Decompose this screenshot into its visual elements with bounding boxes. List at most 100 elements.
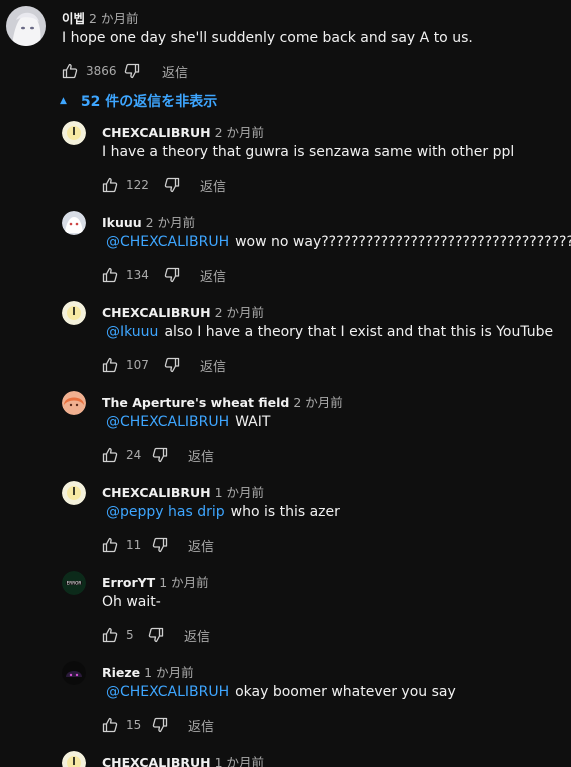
like-icon[interactable] xyxy=(102,537,118,553)
avatar[interactable] xyxy=(62,661,86,685)
avatar[interactable] xyxy=(62,121,86,145)
like-count: 11 xyxy=(126,538,142,552)
comment-actions: 5 返信 xyxy=(102,625,210,645)
author-name[interactable]: Ikuuu xyxy=(102,215,142,230)
like-icon[interactable] xyxy=(102,177,118,193)
mention-link[interactable]: @peppy has drip xyxy=(106,504,225,520)
comment-time[interactable]: 2 か月前 xyxy=(215,305,264,320)
comment-author[interactable]: CHEXCALIBRUH 2 か月前 xyxy=(102,122,264,141)
comment-text: @CHEXCALIBRUH okay boomer whatever you sa… xyxy=(106,684,456,700)
comment-author[interactable]: CHEXCALIBRUH 1 か月前 xyxy=(102,752,264,767)
reply-text: who is this azer xyxy=(230,504,340,520)
dislike-icon[interactable] xyxy=(164,267,180,283)
comment-text: @peppy has drip who is this azer xyxy=(106,504,340,520)
comment-time[interactable]: 2 か月前 xyxy=(89,11,138,26)
like-count: 134 xyxy=(126,268,149,282)
dislike-icon[interactable] xyxy=(152,537,168,553)
reply-text: I have a theory that guwra is senzawa sa… xyxy=(102,144,515,160)
comment-author[interactable]: Rieze 1 か月前 xyxy=(102,662,194,681)
avatar[interactable]: ERROR xyxy=(62,571,86,595)
author-name[interactable]: The Aperture's wheat field xyxy=(102,395,289,410)
reply-button[interactable]: 返信 xyxy=(200,356,226,375)
comment-text: @CHEXCALIBRUH wow no way?????????????????… xyxy=(106,234,571,250)
reply-button[interactable]: 返信 xyxy=(188,446,214,465)
chevron-up-icon: ▲ xyxy=(60,96,67,106)
comment-time[interactable]: 1 か月前 xyxy=(215,755,264,767)
comment-text: Oh wait- xyxy=(102,594,161,610)
comment-author[interactable]: ErrorYT 1 か月前 xyxy=(102,572,209,591)
like-count: 122 xyxy=(126,178,149,192)
reply-text: Oh wait- xyxy=(102,594,161,610)
avatar[interactable] xyxy=(62,481,86,505)
dislike-icon[interactable] xyxy=(164,357,180,373)
author-name[interactable]: 이벱 xyxy=(62,11,85,26)
reply-button[interactable]: 返信 xyxy=(200,176,226,195)
like-icon[interactable] xyxy=(62,63,78,79)
like-count: 5 xyxy=(126,628,134,642)
comment-author[interactable]: CHEXCALIBRUH 2 か月前 xyxy=(102,302,264,321)
like-icon[interactable] xyxy=(102,447,118,463)
comment-actions: 3866 返信 xyxy=(62,61,188,81)
avatar[interactable] xyxy=(6,6,46,46)
like-count: 107 xyxy=(126,358,149,372)
author-name[interactable]: CHEXCALIBRUH xyxy=(102,125,211,140)
dislike-icon[interactable] xyxy=(164,177,180,193)
svg-text:ERROR: ERROR xyxy=(67,581,82,586)
reply-button[interactable]: 返信 xyxy=(188,536,214,555)
reply-button[interactable]: 返信 xyxy=(200,266,226,285)
mention-link[interactable]: @Ikuuu xyxy=(106,324,158,340)
dislike-icon[interactable] xyxy=(124,63,140,79)
comment-author[interactable]: 이벱 2 か月前 xyxy=(62,8,138,27)
author-name[interactable]: Rieze xyxy=(102,665,140,680)
reply-text: WAIT xyxy=(235,414,271,430)
comment-time[interactable]: 1 か月前 xyxy=(215,485,264,500)
dislike-icon[interactable] xyxy=(152,447,168,463)
replies-toggle-label: 52 件の返信を非表示 xyxy=(80,94,218,110)
reply-text: wow no way??????????????????????????????… xyxy=(235,234,571,250)
like-icon[interactable] xyxy=(102,357,118,373)
comment-actions: 11 返信 xyxy=(102,535,214,555)
comment-author[interactable]: CHEXCALIBRUH 1 か月前 xyxy=(102,482,264,501)
author-name[interactable]: CHEXCALIBRUH xyxy=(102,755,211,767)
mention-link[interactable]: @CHEXCALIBRUH xyxy=(106,414,229,430)
like-count: 15 xyxy=(126,718,142,732)
avatar[interactable] xyxy=(62,301,86,325)
comment-actions: 122 返信 xyxy=(102,175,226,195)
avatar[interactable] xyxy=(62,751,86,767)
comment-thread: 이벱 2 か月前 I hope one day she'll suddenly c… xyxy=(0,0,571,767)
comment-time[interactable]: 1 か月前 xyxy=(144,665,193,680)
author-name[interactable]: CHEXCALIBRUH xyxy=(102,305,211,320)
hide-replies-button[interactable]: ▲ 52 件の返信を非表示 xyxy=(60,90,217,112)
author-name[interactable]: CHEXCALIBRUH xyxy=(102,485,211,500)
like-icon[interactable] xyxy=(102,267,118,283)
reply-button[interactable]: 返信 xyxy=(184,626,210,645)
like-icon[interactable] xyxy=(102,627,118,643)
comment-time[interactable]: 2 か月前 xyxy=(146,215,195,230)
comment-actions: 107 返信 xyxy=(102,355,226,375)
mention-link[interactable]: @CHEXCALIBRUH xyxy=(106,234,229,250)
like-count: 3866 xyxy=(86,64,117,78)
comment-text: @CHEXCALIBRUH WAIT xyxy=(106,414,270,430)
avatar[interactable] xyxy=(62,211,86,235)
mention-link[interactable]: @CHEXCALIBRUH xyxy=(106,684,229,700)
comment-actions: 15 返信 xyxy=(102,715,214,735)
reply-button[interactable]: 返信 xyxy=(162,62,188,81)
author-name[interactable]: ErrorYT xyxy=(102,575,155,590)
avatar[interactable] xyxy=(62,391,86,415)
comment-author[interactable]: The Aperture's wheat field 2 か月前 xyxy=(102,392,343,411)
comment-author[interactable]: Ikuuu 2 か月前 xyxy=(102,212,195,231)
comment-text: I hope one day she'll suddenly come back… xyxy=(62,30,473,46)
comment-time[interactable]: 2 か月前 xyxy=(215,125,264,140)
like-count: 24 xyxy=(126,448,142,462)
reply-button[interactable]: 返信 xyxy=(188,716,214,735)
comment-actions: 24 返信 xyxy=(102,445,214,465)
like-icon[interactable] xyxy=(102,717,118,733)
reply-text: okay boomer whatever you say xyxy=(235,684,456,700)
dislike-icon[interactable] xyxy=(148,627,164,643)
comment-text: I have a theory that guwra is senzawa sa… xyxy=(102,144,514,160)
comment-text: @Ikuuu also I have a theory that I exist … xyxy=(106,324,553,340)
dislike-icon[interactable] xyxy=(152,717,168,733)
reply-text: also I have a theory that I exist and th… xyxy=(164,324,554,340)
comment-time[interactable]: 2 か月前 xyxy=(293,395,342,410)
comment-time[interactable]: 1 か月前 xyxy=(159,575,208,590)
